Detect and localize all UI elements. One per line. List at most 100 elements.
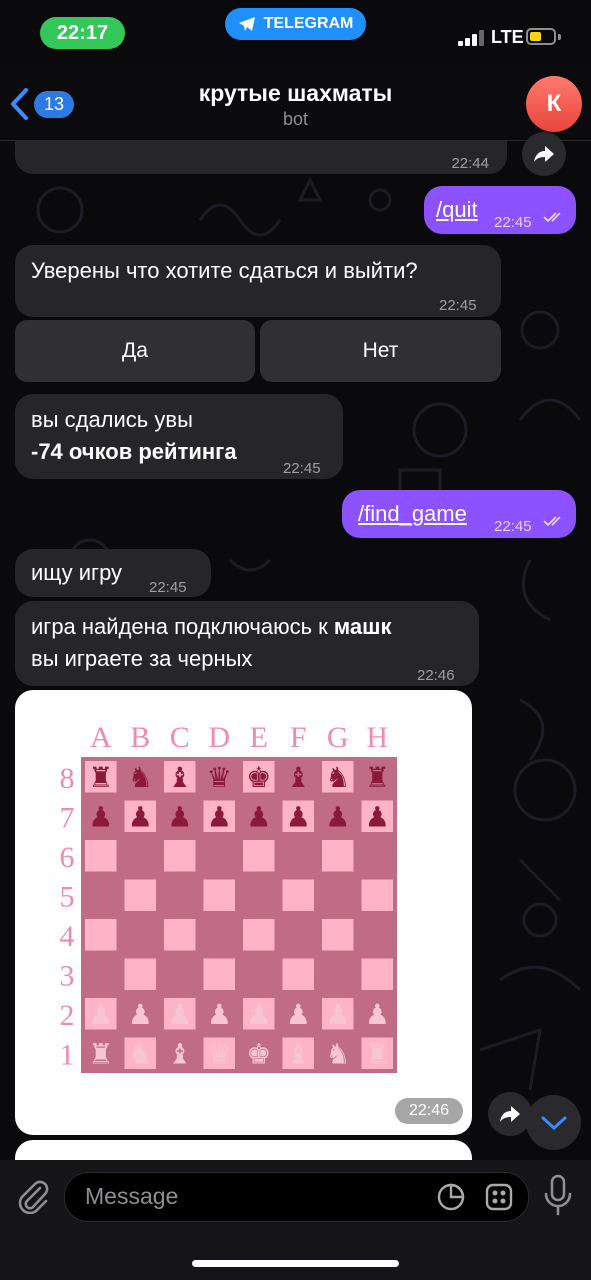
message-input[interactable]: Message xyxy=(64,1172,529,1222)
board-square xyxy=(124,879,156,911)
rank-label: 1 xyxy=(60,1038,75,1071)
board-square xyxy=(322,919,354,951)
message-time: 22:44 xyxy=(451,155,489,172)
chess-piece: ♟ xyxy=(365,998,390,1031)
battery-icon xyxy=(526,28,556,45)
photo-time: 22:46 xyxy=(395,1098,463,1124)
chess-piece: ♟ xyxy=(88,998,113,1031)
telegram-pill-label: TELEGRAM xyxy=(263,15,354,32)
message-text-line1: вы сдались увы xyxy=(31,407,193,432)
message-outgoing-quit: /quit 22:45 xyxy=(424,186,576,234)
chess-piece: ♟ xyxy=(128,998,153,1031)
message-time: 22:45 xyxy=(494,518,532,535)
chess-piece: ♚ xyxy=(246,1037,271,1070)
message-surrender: вы сдались увы -74 очков рейтинга 22:45 xyxy=(15,394,343,479)
file-label: F xyxy=(290,721,307,754)
chat-title[interactable]: крутые шахматы xyxy=(0,80,591,107)
message-text-line2: вы играете за черных xyxy=(31,646,253,671)
chess-piece: ♚ xyxy=(246,761,271,794)
chat-header: 13 крутые шахматы bot К xyxy=(0,64,591,141)
chess-piece: ♜ xyxy=(365,761,390,794)
chess-piece: ♛ xyxy=(207,761,232,794)
board-square xyxy=(361,879,393,911)
message-time: 22:45 xyxy=(494,214,532,231)
message-confirm: Уверены что хотите сдаться и выйти? 22:4… xyxy=(15,245,501,317)
microphone-icon[interactable] xyxy=(543,1174,573,1216)
chess-piece: ♟ xyxy=(167,998,192,1031)
opponent-name: машк xyxy=(333,614,392,639)
inline-button-yes[interactable]: Да xyxy=(15,320,255,382)
message-input-bar: Message xyxy=(0,1160,591,1280)
status-time[interactable]: 22:17 xyxy=(40,17,125,49)
message-time: 22:46 xyxy=(417,667,455,684)
chess-board-image[interactable]: A B C D E F G H 8 7 6 5 4 3 2 1 ♜ ♞ ♝ ♛ ♚ ♝ ♞ ♜ ♟ ♟ ♟ ♟ ♟ ♟ ♟ ♟ ♟ ♟ ♟ ♟ ♟ ♟ ♟ ♟… xyxy=(15,690,472,1135)
board-square xyxy=(282,879,314,911)
message-placeholder: Message xyxy=(85,1183,179,1209)
chess-piece: ♟ xyxy=(325,800,350,833)
chess-piece: ♟ xyxy=(286,998,311,1031)
chess-piece: ♞ xyxy=(325,761,350,794)
chevron-down-icon xyxy=(541,1116,566,1130)
message-bubble-partial: 22:44 xyxy=(15,140,507,174)
chess-piece: ♞ xyxy=(325,1037,350,1070)
forward-arrow-icon xyxy=(534,146,554,162)
board-square xyxy=(164,840,196,872)
message-time: 22:45 xyxy=(283,460,321,477)
rank-label: 2 xyxy=(60,999,75,1032)
chess-piece: ♝ xyxy=(167,1037,192,1070)
rank-label: 7 xyxy=(60,801,75,834)
forward-button[interactable] xyxy=(522,132,566,176)
board-square xyxy=(124,958,156,990)
bot-commands-icon[interactable] xyxy=(485,1183,513,1211)
rank-label: 3 xyxy=(60,959,75,992)
signal-icon xyxy=(458,30,486,46)
message-text: ищу игру xyxy=(31,560,123,585)
chess-piece: ♜ xyxy=(88,761,113,794)
message-text-line1: игра найдена подключаюсь к машк xyxy=(31,611,479,643)
board-square xyxy=(282,958,314,990)
board-square xyxy=(243,919,275,951)
chess-piece: ♛ xyxy=(207,1037,232,1070)
attach-icon[interactable] xyxy=(16,1178,50,1214)
chess-piece: ♟ xyxy=(246,800,271,833)
message-game-found: игра найдена подключаюсь к машк вы играе… xyxy=(15,601,479,686)
chess-board: A B C D E F G H 8 7 6 5 4 3 2 1 ♜ ♞ ♝ ♛ ♚ ♝ ♞ ♜ ♟ ♟ ♟ ♟ ♟ ♟ ♟ ♟ ♟ ♟ ♟ ♟ ♟ ♟ ♟ ♟… xyxy=(60,721,397,1073)
scroll-down-button[interactable] xyxy=(526,1095,581,1150)
chess-piece: ♜ xyxy=(88,1037,113,1070)
board-square xyxy=(322,840,354,872)
board-square xyxy=(203,879,235,911)
home-indicator xyxy=(192,1260,399,1267)
avatar[interactable]: К xyxy=(526,76,582,132)
chess-piece: ♟ xyxy=(286,800,311,833)
command-link[interactable]: /quit xyxy=(436,197,478,222)
file-label: G xyxy=(327,721,349,754)
file-label: H xyxy=(366,721,388,754)
file-label: D xyxy=(208,721,230,754)
chess-piece: ♞ xyxy=(128,1037,153,1070)
chess-piece: ♞ xyxy=(128,761,153,794)
forward-button[interactable] xyxy=(488,1092,532,1136)
chess-piece: ♟ xyxy=(207,800,232,833)
file-label: B xyxy=(130,721,150,754)
message-searching: ищу игру 22:45 xyxy=(15,549,211,597)
message-text: Уверены что хотите сдаться и выйти? xyxy=(31,258,418,283)
rank-label: 4 xyxy=(60,920,75,953)
board-square xyxy=(361,958,393,990)
board-square xyxy=(164,919,196,951)
chess-piece: ♝ xyxy=(286,761,311,794)
board-square xyxy=(85,840,117,872)
chess-piece: ♝ xyxy=(167,761,192,794)
message-time: 22:45 xyxy=(149,579,187,596)
board-square xyxy=(203,958,235,990)
double-check-icon xyxy=(543,212,561,223)
command-link[interactable]: /find_game xyxy=(358,501,467,526)
chess-piece: ♜ xyxy=(365,1037,390,1070)
inline-button-no[interactable]: Нет xyxy=(260,320,501,382)
sticker-icon[interactable] xyxy=(437,1183,465,1211)
rank-label: 6 xyxy=(60,841,75,874)
telegram-app-pill[interactable]: TELEGRAM xyxy=(225,8,366,40)
chess-piece: ♝ xyxy=(286,1037,311,1070)
chess-piece: ♟ xyxy=(207,998,232,1031)
chess-piece: ♟ xyxy=(365,800,390,833)
file-label: E xyxy=(250,721,268,754)
